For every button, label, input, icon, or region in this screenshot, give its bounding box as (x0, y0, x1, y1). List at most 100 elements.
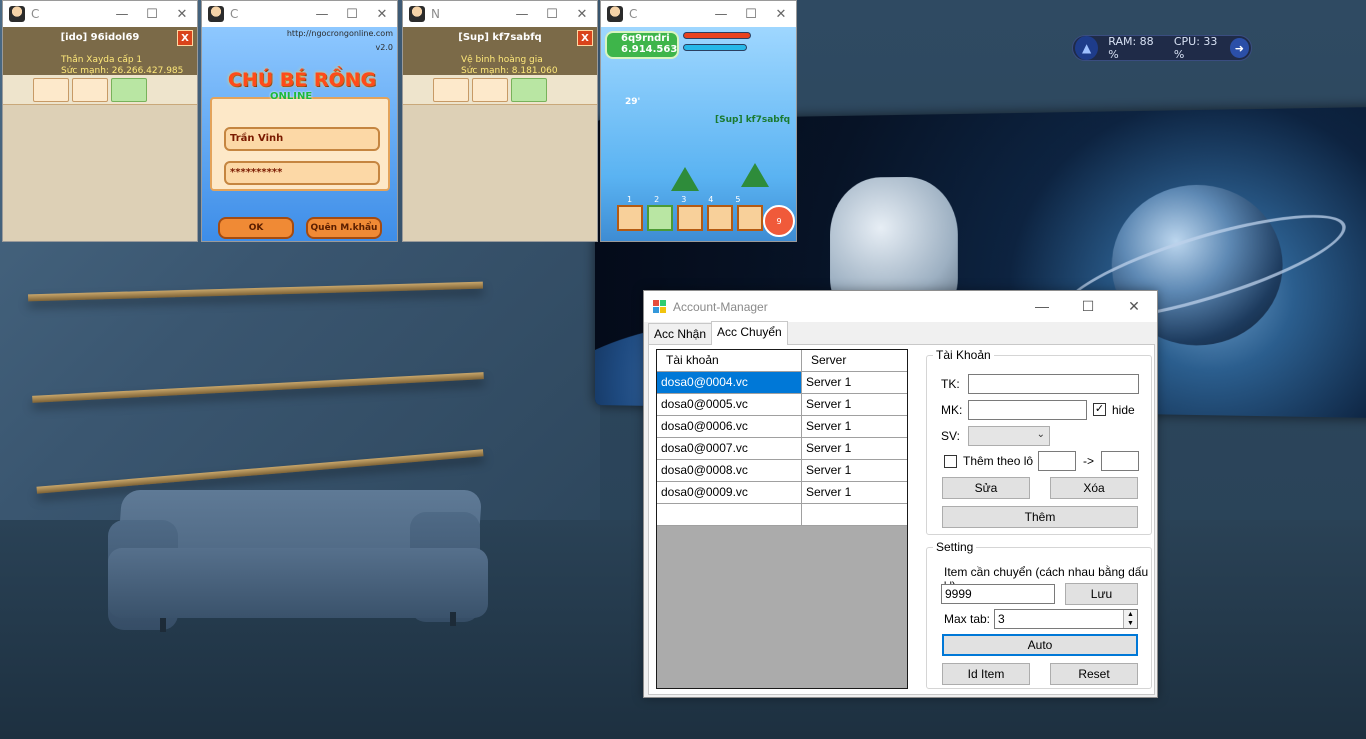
new-row[interactable] (657, 504, 907, 526)
accounts-grid[interactable]: Tài khoản Server dosa0@0004.vc Server 1 … (656, 349, 908, 689)
game-window-4[interactable]: C — ☐ ✕ 6q9rndri 6.914.563 29' [Sup] kf7… (600, 0, 797, 242)
tab-acc-nhan[interactable]: Acc Nhận (648, 323, 713, 345)
reset-button[interactable]: Reset (1050, 663, 1138, 685)
game-screen[interactable]: [ido] 96idol69 Thần Xayda cấp 1 Sức mạnh… (3, 27, 197, 241)
minimize-icon[interactable]: — (706, 7, 736, 22)
hotbar (617, 205, 763, 231)
table-row[interactable]: dosa0@0006.vc Server 1 (657, 416, 907, 438)
game-screen[interactable]: [Sup] kf7sabfq Vệ binh hoàng gia Sức mạn… (403, 27, 597, 241)
title-bar[interactable]: N — ☐ ✕ (403, 1, 597, 27)
close-icon[interactable]: ✕ (1111, 298, 1157, 315)
item-slot[interactable] (433, 78, 469, 102)
add-button[interactable]: Thêm (942, 506, 1138, 528)
max-tab-input[interactable]: 3 ▲ ▼ (994, 609, 1138, 629)
item-slot[interactable] (72, 78, 108, 102)
server-cell[interactable]: Server 1 (802, 372, 907, 393)
item-slot[interactable] (111, 78, 147, 102)
account-cell[interactable]: dosa0@0006.vc (657, 416, 802, 437)
item-slot[interactable] (33, 78, 69, 102)
batch-to-input[interactable] (1101, 451, 1139, 471)
arrow-right-icon[interactable]: ➜ (1229, 38, 1249, 58)
server-cell[interactable]: Server 1 (802, 416, 907, 437)
password-field[interactable]: ********** (224, 161, 380, 185)
system-monitor-widget[interactable]: ▲ RAM: 88 % CPU: 33 % ➜ (1072, 35, 1252, 61)
server-cell[interactable] (802, 504, 907, 525)
maximize-icon[interactable]: ☐ (1065, 298, 1111, 315)
maximize-icon[interactable]: ☐ (537, 7, 567, 22)
server-cell[interactable]: Server 1 (802, 460, 907, 481)
close-icon[interactable]: ✕ (766, 7, 796, 22)
server-cell[interactable]: Server 1 (802, 438, 907, 459)
title-bar[interactable]: C — ☐ ✕ (202, 1, 397, 27)
title-bar[interactable]: C — ☐ ✕ (601, 1, 796, 27)
column-header[interactable]: Tài khoản (657, 350, 802, 371)
maximize-icon[interactable]: ☐ (137, 7, 167, 22)
login-screen[interactable]: http://ngocrongonline.com v2.0 CHÚ BÉ RỒ… (202, 27, 397, 241)
skill-slot[interactable] (707, 205, 733, 231)
tk-input[interactable] (968, 374, 1139, 394)
table-row[interactable]: dosa0@0008.vc Server 1 (657, 460, 907, 482)
batch-checkbox[interactable] (944, 455, 957, 468)
account-cell[interactable] (657, 504, 802, 525)
forgot-password-button[interactable]: Quên M.khẩu (306, 217, 382, 239)
delete-button[interactable]: Xóa (1050, 477, 1138, 499)
hide-checkbox[interactable]: ✓ (1093, 403, 1106, 416)
batch-from-input[interactable] (1038, 451, 1076, 471)
game-world[interactable]: 6q9rndri 6.914.563 29' [Sup] kf7sabfq 1 … (601, 27, 796, 241)
skill-slot[interactable] (647, 205, 673, 231)
skill-slot[interactable] (677, 205, 703, 231)
close-icon[interactable]: ✕ (367, 7, 397, 22)
maximize-icon[interactable]: ☐ (337, 7, 367, 22)
game-window-2[interactable]: C — ☐ ✕ http://ngocrongonline.com v2.0 C… (201, 0, 398, 242)
game-window-1[interactable]: C — ☐ ✕ [ido] 96idol69 Thần Xayda cấp 1 … (2, 0, 198, 242)
mk-label: MK: (941, 403, 963, 417)
close-icon[interactable]: ✕ (167, 7, 197, 22)
auto-button[interactable]: Auto (942, 634, 1138, 656)
account-cell[interactable]: dosa0@0007.vc (657, 438, 802, 459)
tab-acc-chuyen[interactable]: Acc Chuyển (711, 321, 788, 345)
username-field[interactable]: Trần Vinh (224, 127, 380, 151)
hotkey-number: 5 (735, 195, 741, 204)
ok-button[interactable]: OK (218, 217, 294, 239)
skill-slot[interactable] (737, 205, 763, 231)
player-power: Sức mạnh: 26.266.427.985 (61, 66, 184, 76)
account-manager-window[interactable]: Account-Manager — ☐ ✕ Acc Nhận Acc Chuyể… (643, 290, 1158, 698)
table-row[interactable]: dosa0@0004.vc Server 1 (657, 372, 907, 394)
server-cell[interactable]: Server 1 (802, 482, 907, 503)
chevron-down-icon: ⌄ (1036, 429, 1045, 440)
title-bar[interactable]: Account-Manager — ☐ ✕ (644, 291, 1157, 322)
item-slots (403, 75, 597, 105)
skill-slot[interactable] (617, 205, 643, 231)
account-cell[interactable]: dosa0@0004.vc (657, 372, 802, 393)
minimize-icon[interactable]: — (1019, 298, 1065, 315)
item-input[interactable]: 9999 (941, 584, 1055, 604)
mk-input[interactable] (968, 400, 1087, 420)
id-item-button[interactable]: Id Item (942, 663, 1030, 685)
spinner-arrows-icon[interactable]: ▲ ▼ (1123, 610, 1137, 628)
panel-close-button[interactable]: X (577, 30, 593, 46)
minimize-icon[interactable]: — (107, 7, 137, 22)
panel-close-button[interactable]: X (177, 30, 193, 46)
account-cell[interactable]: dosa0@0005.vc (657, 394, 802, 415)
game-window-3[interactable]: N — ☐ ✕ [Sup] kf7sabfq Vệ binh hoàng gia… (402, 0, 598, 242)
item-slot[interactable] (511, 78, 547, 102)
column-header[interactable]: Server (802, 350, 907, 371)
close-icon[interactable]: ✕ (567, 7, 597, 22)
minimize-icon[interactable]: — (507, 7, 537, 22)
minimize-icon[interactable]: — (307, 7, 337, 22)
heart-icon[interactable]: 9 (763, 205, 795, 237)
maximize-icon[interactable]: ☐ (736, 7, 766, 22)
edit-button[interactable]: Sửa (942, 477, 1030, 499)
item-slot[interactable] (472, 78, 508, 102)
table-row[interactable]: dosa0@0009.vc Server 1 (657, 482, 907, 504)
server-cell[interactable]: Server 1 (802, 394, 907, 415)
sv-dropdown[interactable]: ⌄ (968, 426, 1050, 446)
table-row[interactable]: dosa0@0007.vc Server 1 (657, 438, 907, 460)
account-cell[interactable]: dosa0@0009.vc (657, 482, 802, 503)
account-group: Tài Khoản TK: MK: ✓ hide SV: ⌄ Thêm theo… (926, 348, 1152, 535)
hide-label: hide (1112, 403, 1135, 417)
account-cell[interactable]: dosa0@0008.vc (657, 460, 802, 481)
save-button[interactable]: Lưu (1065, 583, 1138, 605)
title-bar[interactable]: C — ☐ ✕ (3, 1, 197, 27)
table-row[interactable]: dosa0@0005.vc Server 1 (657, 394, 907, 416)
